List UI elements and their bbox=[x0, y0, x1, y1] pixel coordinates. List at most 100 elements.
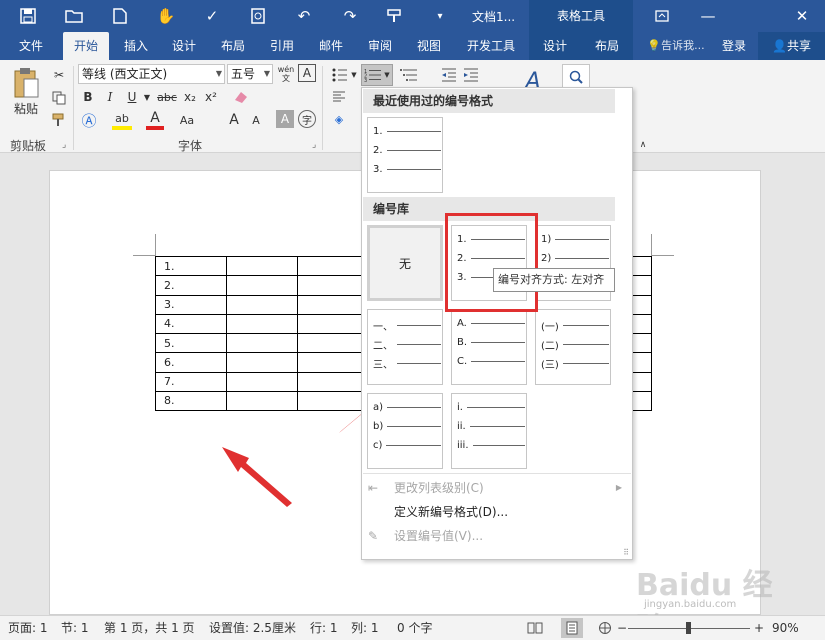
status-column[interactable]: 列: 1 bbox=[351, 616, 379, 640]
login-link[interactable]: 登录 bbox=[714, 32, 754, 60]
font-name-select[interactable]: 等线 (西文正文) ▼ bbox=[78, 64, 225, 84]
char-shading-button[interactable]: A bbox=[276, 110, 294, 128]
collapse-ribbon-icon[interactable]: ∧ bbox=[636, 140, 650, 150]
bullets-icon[interactable] bbox=[330, 66, 350, 84]
minimize-icon[interactable]: — bbox=[694, 0, 722, 32]
define-new-number-format-item[interactable]: 定义新编号格式(D)... bbox=[362, 500, 632, 524]
set-numbering-value-item[interactable]: ✎ 设置编号值(V)... bbox=[362, 524, 632, 548]
print-layout-icon[interactable] bbox=[561, 618, 583, 638]
italic-button[interactable]: I bbox=[102, 88, 118, 106]
superscript-button[interactable]: x² bbox=[203, 88, 219, 106]
tab-references[interactable]: 引用 bbox=[260, 32, 304, 60]
resize-grip-icon[interactable]: ⠿ bbox=[623, 548, 629, 557]
numbering-tile-lower-alpha[interactable]: a) b) c) bbox=[367, 393, 443, 469]
tab-file[interactable]: 文件 bbox=[8, 32, 54, 60]
table-cell[interactable]: 3. bbox=[155, 294, 227, 315]
paste-button[interactable]: 粘贴 bbox=[8, 100, 44, 116]
status-page[interactable]: 页面: 1 bbox=[8, 616, 48, 640]
table-cell[interactable] bbox=[226, 332, 298, 354]
numbering-tile-chinese[interactable]: 一、 二、 三、 bbox=[367, 309, 443, 385]
grow-font-button[interactable]: A bbox=[226, 110, 242, 130]
recent-format-tile[interactable]: 1. 2. 3. bbox=[367, 117, 443, 193]
table-cell[interactable] bbox=[226, 313, 298, 335]
subscript-button[interactable]: x₂ bbox=[182, 88, 198, 106]
status-line[interactable]: 行: 1 bbox=[310, 616, 338, 640]
tab-table-design[interactable]: 设计 bbox=[529, 32, 581, 60]
close-icon[interactable]: ✕ bbox=[788, 0, 816, 32]
numbering-tile-roman[interactable]: i. ii. iii. bbox=[451, 393, 527, 469]
char-border-icon[interactable]: A bbox=[298, 64, 316, 82]
numbering-button[interactable]: 123 ▼ bbox=[361, 64, 393, 86]
tab-design[interactable]: 设计 bbox=[162, 32, 206, 60]
zoom-out-button[interactable]: − bbox=[617, 616, 627, 640]
table-cell[interactable] bbox=[226, 255, 298, 277]
tab-view[interactable]: 视图 bbox=[407, 32, 451, 60]
spell-check-icon[interactable]: ✓ bbox=[198, 0, 226, 32]
table-cell[interactable] bbox=[226, 352, 298, 373]
tab-layout[interactable]: 布局 bbox=[211, 32, 255, 60]
table-cell[interactable] bbox=[226, 275, 298, 296]
zoom-level[interactable]: 90% bbox=[772, 616, 799, 640]
table-cell[interactable] bbox=[226, 390, 298, 412]
table-cell[interactable]: 4. bbox=[155, 313, 227, 335]
table-cell[interactable]: 1. bbox=[155, 255, 227, 277]
clear-format-icon[interactable] bbox=[232, 88, 250, 106]
touch-icon[interactable]: ✋ bbox=[152, 0, 180, 32]
customize-icon[interactable]: ▾ bbox=[426, 0, 454, 32]
highlight-icon[interactable]: ab bbox=[112, 110, 132, 130]
status-word-count[interactable]: 0 个字 bbox=[397, 616, 432, 640]
paint-format-icon[interactable] bbox=[380, 0, 408, 32]
clipboard-launcher-icon[interactable]: ⌟ bbox=[62, 140, 66, 150]
tell-me-search[interactable]: 💡告诉我... bbox=[642, 32, 710, 60]
copy-icon[interactable] bbox=[50, 89, 68, 107]
table-cell[interactable]: 2. bbox=[155, 275, 227, 296]
undo-icon[interactable]: ↶ bbox=[290, 0, 318, 32]
ribbon-display-icon[interactable] bbox=[648, 0, 676, 32]
font-launcher-icon[interactable]: ⌟ bbox=[312, 140, 316, 150]
open-folder-icon[interactable] bbox=[60, 0, 88, 32]
table-cell[interactable] bbox=[226, 294, 298, 315]
font-color-button[interactable]: A bbox=[146, 110, 164, 130]
read-mode-icon[interactable] bbox=[526, 620, 544, 636]
new-doc-icon[interactable] bbox=[106, 0, 134, 32]
table-cell[interactable]: 6. bbox=[155, 352, 227, 373]
redo-icon[interactable]: ↷ bbox=[336, 0, 364, 32]
align-left-icon[interactable] bbox=[330, 88, 348, 106]
tab-review[interactable]: 审阅 bbox=[358, 32, 402, 60]
numbering-none-tile[interactable]: 无 bbox=[367, 225, 443, 301]
phonetic-guide-icon[interactable]: wén 文 bbox=[276, 64, 296, 84]
chevron-down-icon[interactable]: ▼ bbox=[350, 66, 358, 84]
format-painter-icon[interactable] bbox=[50, 111, 68, 129]
text-effect-icon[interactable]: Ⓐ bbox=[80, 110, 98, 130]
zoom-in-button[interactable]: + bbox=[754, 616, 764, 640]
save-icon[interactable] bbox=[14, 0, 42, 32]
table-cell[interactable]: 5. bbox=[155, 332, 227, 354]
tab-developer[interactable]: 开发工具 bbox=[460, 32, 522, 60]
cut-icon[interactable]: ✂ bbox=[50, 66, 68, 84]
chevron-down-icon[interactable]: ▼ bbox=[142, 88, 152, 106]
underline-button[interactable]: U bbox=[124, 88, 140, 106]
shading-icon[interactable]: ◈ bbox=[330, 110, 348, 128]
tab-home[interactable]: 开始 bbox=[63, 32, 109, 60]
enclose-char-button[interactable]: 字 bbox=[298, 110, 316, 128]
paste-icon[interactable] bbox=[8, 66, 44, 100]
multilevel-list-icon[interactable] bbox=[397, 66, 421, 84]
tab-mailings[interactable]: 邮件 bbox=[309, 32, 353, 60]
numbering-tile-chinese-paren[interactable]: (一) (二) (三) bbox=[535, 309, 611, 385]
numbering-tile-upper-alpha[interactable]: A. B. C. bbox=[451, 309, 527, 385]
table-cell[interactable]: 8. bbox=[155, 390, 227, 412]
font-size-select[interactable]: 五号 ▼ bbox=[227, 64, 273, 84]
bold-button[interactable]: B bbox=[80, 88, 96, 106]
table-cell[interactable] bbox=[226, 371, 298, 392]
tab-table-layout[interactable]: 布局 bbox=[581, 32, 633, 60]
status-setting[interactable]: 设置值: 2.5厘米 bbox=[209, 616, 296, 640]
change-list-level-item[interactable]: ⇤ 更改列表级别(C) ▶ bbox=[362, 476, 632, 500]
tab-insert[interactable]: 插入 bbox=[114, 32, 158, 60]
zoom-slider-handle[interactable] bbox=[686, 622, 691, 634]
decrease-indent-icon[interactable] bbox=[440, 66, 458, 84]
increase-indent-icon[interactable] bbox=[462, 66, 480, 84]
status-section[interactable]: 节: 1 bbox=[61, 616, 89, 640]
strikethrough-button[interactable]: abc bbox=[156, 88, 178, 106]
web-layout-icon[interactable] bbox=[596, 620, 614, 636]
table-cell[interactable]: 7. bbox=[155, 371, 227, 392]
